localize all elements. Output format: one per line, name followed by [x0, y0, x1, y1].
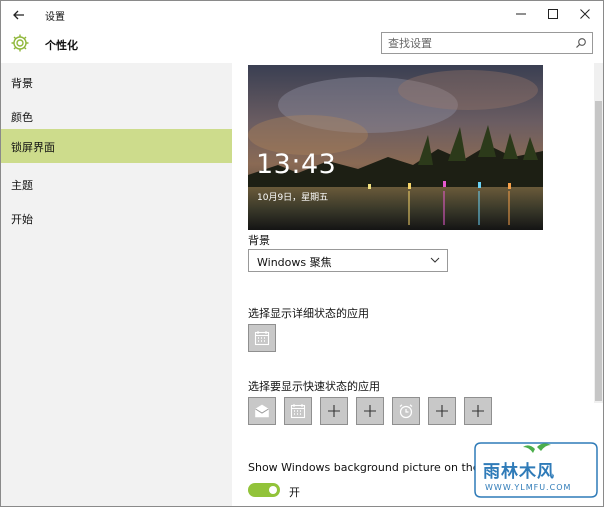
detail-status-label: 选择显示详细状态的应用 [248, 307, 369, 320]
calendar-icon [254, 331, 270, 346]
sidebar-item-themes[interactable]: 主题 [1, 167, 232, 201]
search-box[interactable] [381, 32, 593, 54]
sidebar-item-label: 颜色 [11, 111, 33, 124]
quick-status-app-mail[interactable] [248, 397, 276, 425]
plus-icon [364, 405, 376, 417]
preview-date: 10月9日，星期五 [257, 193, 329, 203]
quick-status-label: 选择要显示快速状态的应用 [248, 380, 380, 393]
sidebar-item-background[interactable]: 背景 [1, 65, 232, 99]
watermark-logo: 雨林木风 WWW.YLMFU.COM [471, 441, 601, 501]
maximize-button[interactable] [538, 3, 568, 25]
chevron-down-icon [430, 257, 440, 263]
gear-icon [10, 33, 30, 53]
window-title: 设置 [45, 12, 65, 23]
quick-status-add-button[interactable] [320, 397, 348, 425]
sidebar-item-label: 锁屏界面 [11, 141, 55, 154]
content-scrollbar[interactable] [594, 63, 603, 403]
sidebar-item-lock-screen[interactable]: 锁屏界面 [1, 129, 232, 163]
back-arrow-icon [13, 10, 24, 20]
background-dropdown[interactable]: Windows 聚焦 [248, 249, 448, 272]
preview-image [248, 65, 543, 230]
lock-screen-preview: 13:43 10月9日，星期五 [248, 65, 543, 230]
preview-clock: 13:43 [256, 149, 337, 180]
settings-window: 设置 个性化 查找设置 背景 颜色 锁屏界面 主题 开始 13:43 10月9日… [0, 0, 604, 507]
close-button[interactable] [570, 3, 600, 25]
sidebar-item-label: 主题 [11, 179, 33, 192]
page-title: 个性化 [45, 39, 78, 52]
sidebar-item-start[interactable]: 开始 [1, 201, 232, 235]
plus-icon [436, 405, 448, 417]
quick-status-app-alarm[interactable] [392, 397, 420, 425]
search-icon[interactable] [575, 37, 587, 49]
close-icon [580, 9, 590, 19]
minimize-button[interactable] [506, 3, 536, 25]
show-background-toggle[interactable] [248, 483, 280, 497]
toggle-knob [269, 486, 277, 494]
sidebar-item-label: 背景 [11, 77, 33, 90]
mail-icon [255, 404, 269, 418]
calendar-icon [290, 404, 306, 419]
maximize-icon [548, 9, 558, 19]
page-header: 个性化 [1, 29, 603, 63]
title-bar: 设置 [1, 1, 603, 29]
minimize-icon [516, 13, 526, 15]
background-dropdown-value: Windows 聚焦 [257, 256, 332, 269]
show-background-label: Show Windows background picture on the [248, 461, 480, 474]
quick-status-add-button[interactable] [464, 397, 492, 425]
quick-status-add-button[interactable] [428, 397, 456, 425]
alarm-icon [399, 404, 413, 419]
search-input[interactable] [388, 34, 568, 52]
plus-icon [328, 405, 340, 417]
toggle-state-label: 开 [289, 486, 300, 499]
watermark-text: 雨林木风 [483, 462, 555, 482]
sidebar-item-label: 开始 [11, 213, 33, 226]
detail-status-app-calendar[interactable] [248, 324, 276, 352]
watermark-url: WWW.YLMFU.COM [485, 483, 572, 492]
plus-icon [472, 405, 484, 417]
quick-status-app-calendar[interactable] [284, 397, 312, 425]
scrollbar-thumb[interactable] [595, 101, 602, 401]
sidebar: 背景 颜色 锁屏界面 主题 开始 [1, 63, 232, 506]
sidebar-item-colors[interactable]: 颜色 [1, 99, 232, 133]
background-label: 背景 [248, 234, 270, 247]
quick-status-add-button[interactable] [356, 397, 384, 425]
back-button[interactable] [9, 5, 29, 25]
